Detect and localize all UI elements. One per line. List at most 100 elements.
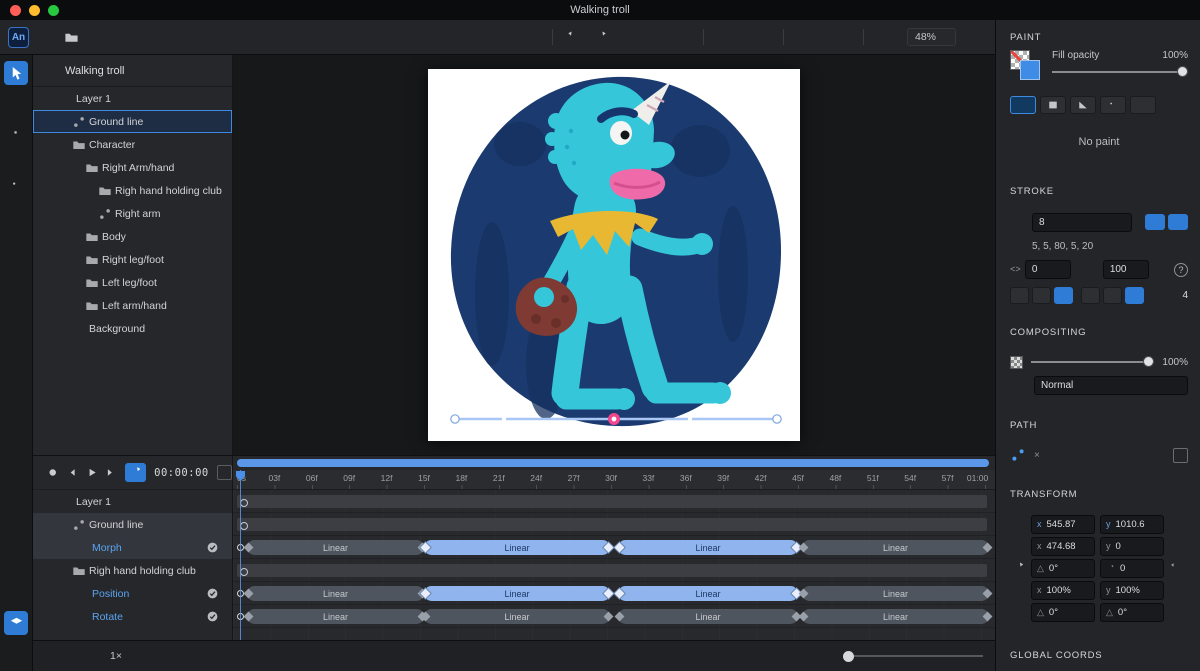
wave-button[interactable] <box>370 649 385 664</box>
hand-tool[interactable] <box>4 257 28 281</box>
direct-select-tool[interactable] <box>4 89 28 113</box>
keyframe-segment[interactable]: Linear <box>424 540 610 555</box>
timeline-property-row[interactable]: Morph <box>33 536 232 559</box>
keyframe-segment[interactable]: Linear <box>247 609 424 624</box>
anchor-x-field[interactable]: x474.68 <box>1031 537 1095 556</box>
playhead-line[interactable] <box>240 470 241 640</box>
rotate-cw-button[interactable] <box>591 26 611 48</box>
track-row-rotate[interactable]: Linear Linear Linear Linear <box>233 605 995 628</box>
fill-image-button[interactable] <box>1100 96 1126 114</box>
chevron-down-icon[interactable] <box>71 162 82 173</box>
layer-row[interactable]: Left arm/hand <box>33 294 232 317</box>
slider-handle[interactable] <box>843 651 854 662</box>
rectangle-tool[interactable] <box>4 145 28 169</box>
previous-frame-button[interactable] <box>66 466 77 479</box>
paint-section-header[interactable]: PAINT <box>1010 30 1188 44</box>
redo-button[interactable] <box>139 26 159 48</box>
keyframe-segment[interactable]: Linear <box>424 586 610 601</box>
target-icon[interactable] <box>1169 518 1182 531</box>
keyframe-toggle[interactable] <box>206 610 219 623</box>
join-round-button[interactable] <box>1103 287 1122 304</box>
reset-rotation-icon[interactable] <box>1169 562 1182 575</box>
keyframe-segment[interactable]: Linear <box>247 540 424 555</box>
chevron-right-icon[interactable] <box>71 277 82 288</box>
rotate-ccw-button[interactable] <box>564 26 584 48</box>
stroke-secondary-swatch[interactable] <box>1168 214 1188 230</box>
cap-round-button[interactable] <box>1032 287 1051 304</box>
fill-none-button[interactable] <box>1010 96 1036 114</box>
marquee-dropdown[interactable] <box>875 26 900 48</box>
help-button[interactable]: ? <box>1174 263 1188 277</box>
frame-stepper-button[interactable] <box>217 465 232 480</box>
blend-mode-select[interactable]: Normal <box>1034 376 1188 395</box>
playback-rate[interactable]: 1× <box>110 650 122 662</box>
snap-point-button[interactable] <box>440 26 460 48</box>
slider-handle[interactable] <box>1143 356 1154 367</box>
cap-square-button[interactable] <box>1054 287 1073 304</box>
close-window-button[interactable] <box>10 5 21 16</box>
arc-button[interactable] <box>400 649 415 664</box>
keyframe-segment[interactable]: Linear <box>802 609 989 624</box>
loop-button[interactable] <box>125 463 146 482</box>
text-tool[interactable] <box>4 229 28 253</box>
layers-toggle-button[interactable] <box>4 611 28 635</box>
lasso-tool[interactable] <box>4 117 28 141</box>
layer-track-bar[interactable] <box>237 564 987 577</box>
asset-tool[interactable] <box>4 173 28 197</box>
rotation-field[interactable]: △0° <box>1031 559 1095 578</box>
chevron-down-icon[interactable] <box>58 139 69 150</box>
snap-object-button[interactable] <box>521 26 541 48</box>
track-row-position[interactable]: Linear Linear Linear Linear <box>233 582 995 605</box>
skew-y-field[interactable]: △0° <box>1100 603 1164 622</box>
position-y-field[interactable]: y1010.6 <box>1100 515 1164 534</box>
layer-row[interactable]: Right leg/foot <box>33 248 232 271</box>
corner-button[interactable] <box>280 649 295 664</box>
path-section-header[interactable]: PATH <box>1010 418 1188 432</box>
keyframe-toggle[interactable] <box>206 587 219 600</box>
layer-track-bar[interactable] <box>237 495 987 508</box>
join-miter-button[interactable] <box>1081 287 1100 304</box>
keyframe-toggle[interactable] <box>206 541 219 554</box>
timeline-property-row[interactable]: Position <box>33 582 232 605</box>
skew-x-field[interactable]: △0° <box>1031 603 1095 622</box>
chevron-down-icon[interactable] <box>45 496 56 507</box>
path-frame-button[interactable] <box>1173 448 1188 463</box>
layer-row-selected[interactable]: Ground line <box>33 110 232 133</box>
dash-pattern-value[interactable]: 5, 5, 80, 5, 20 <box>1032 241 1093 252</box>
timeline-range-bar[interactable] <box>237 459 989 467</box>
transform-section-header[interactable]: TRANSFORM <box>1010 487 1188 501</box>
pixel-grid-button[interactable] <box>963 26 983 48</box>
layer-row[interactable]: Right arm <box>33 202 232 225</box>
scale-y-field[interactable]: y100% <box>1100 581 1164 600</box>
miter-limit-value[interactable]: 4 <box>1182 290 1188 301</box>
snap-grid-button[interactable] <box>467 26 487 48</box>
keyframe-segment[interactable]: Linear <box>802 586 989 601</box>
settings-button[interactable] <box>4 583 28 607</box>
layer-track-bar[interactable] <box>237 518 987 531</box>
slider-handle[interactable] <box>1177 66 1188 77</box>
chevron-right-icon[interactable] <box>71 231 82 242</box>
link-icon[interactable] <box>1169 584 1182 597</box>
chevron-right-icon[interactable] <box>71 254 82 265</box>
fill-solid-button[interactable] <box>1040 96 1066 114</box>
canvas[interactable] <box>233 55 995 455</box>
artboard[interactable] <box>428 69 800 441</box>
compositing-section-header[interactable]: COMPOSITING <box>1010 325 1188 339</box>
track-row[interactable] <box>233 513 995 536</box>
timeline-property-row[interactable]: Rotate <box>33 605 232 628</box>
timeline-ruler[interactable]: 0s 03f 06f 09f 12f 15f 18f 21f 24f 27f 3 <box>233 470 995 490</box>
layer-row[interactable]: Layer 1 <box>33 87 232 110</box>
focus-target-button[interactable] <box>672 26 692 48</box>
color-swatch[interactable] <box>1020 60 1040 80</box>
stroke-smoothness-field[interactable]: 100 <box>1103 260 1149 279</box>
timeline-layer-row[interactable]: Ground line <box>33 513 232 536</box>
align-dropdown[interactable] <box>795 26 820 48</box>
global-coords-section-header[interactable]: GLOBAL COORDS <box>1010 648 1188 662</box>
keyframe-segment[interactable]: Linear <box>618 609 798 624</box>
motion-trail-button[interactable] <box>618 26 638 48</box>
layer-row[interactable]: Character <box>33 133 232 156</box>
chevron-down-icon[interactable] <box>58 565 69 576</box>
fill-swatch[interactable] <box>1010 50 1042 82</box>
turns-field[interactable]: 0 <box>1100 559 1164 578</box>
opacity-slider[interactable] <box>1031 356 1154 368</box>
